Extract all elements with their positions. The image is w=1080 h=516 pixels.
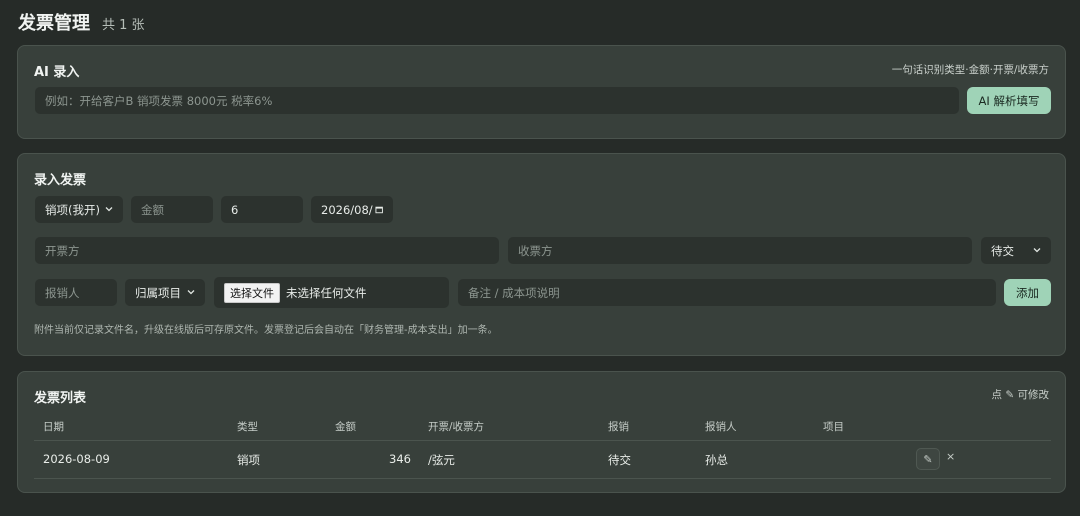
edit-button[interactable]: ✎ bbox=[916, 448, 940, 470]
project-select[interactable]: 归属项目 bbox=[125, 279, 205, 306]
edit-icon: ✎ bbox=[923, 452, 933, 466]
status-value: 待交 bbox=[991, 243, 1014, 258]
row-reimburser: 孙总 bbox=[705, 453, 728, 467]
choose-file-button[interactable]: 选择文件 bbox=[224, 282, 280, 303]
amount-input[interactable]: 金额 bbox=[131, 196, 213, 223]
ai-entry-card: AI 录入 一句话识别类型·金额·开票/收票方 例如：开给客户B 销项发票 80… bbox=[17, 45, 1066, 139]
header-divider bbox=[34, 440, 1051, 441]
invoice-management-page: 发票管理 共 1 张 AI 录入 一句话识别类型·金额·开票/收票方 例如：开给… bbox=[0, 0, 1080, 516]
page-title: 发票管理 bbox=[18, 13, 90, 34]
invoice-type-value: 销项(我开) bbox=[45, 202, 100, 217]
invoice-count: 共 1 张 bbox=[102, 18, 145, 33]
chevron-down-icon bbox=[1033, 248, 1041, 253]
ai-entry-title: AI 录入 bbox=[34, 65, 80, 80]
ai-parse-button[interactable]: AI 解析填写 bbox=[967, 87, 1051, 114]
add-invoice-button[interactable]: 添加 bbox=[1004, 279, 1051, 306]
edit-hint: 点 ✎ 可修改 bbox=[991, 389, 1049, 401]
attachment-note: 附件当前仅记录文件名，升级在线版后可存原文件。发票登记后会自动在「财务管理-成本… bbox=[34, 325, 498, 336]
ai-entry-hint: 一句话识别类型·金额·开票/收票方 bbox=[891, 64, 1049, 76]
column-header-project: 项目 bbox=[823, 421, 844, 433]
column-header-type: 类型 bbox=[237, 421, 258, 433]
reimburser-input[interactable]: 报销人 bbox=[35, 279, 117, 306]
date-input[interactable]: 2026/08/ bbox=[311, 196, 393, 223]
invoice-type-select[interactable]: 销项(我开) bbox=[35, 196, 123, 223]
calendar-icon[interactable] bbox=[375, 205, 383, 214]
column-header-party: 开票/收票方 bbox=[428, 421, 485, 433]
column-header-reimburser: 报销人 bbox=[705, 421, 737, 433]
row-reimburse-status: 待交 bbox=[608, 453, 631, 467]
close-icon[interactable]: × bbox=[946, 450, 955, 463]
remark-input[interactable]: 备注 / 成本项说明 bbox=[458, 279, 996, 306]
date-value: 2026/08/ bbox=[321, 202, 373, 217]
invoice-entry-title: 录入发票 bbox=[34, 173, 87, 188]
file-status: 未选择任何文件 bbox=[286, 285, 367, 300]
chevron-down-icon bbox=[187, 290, 195, 295]
project-value: 归属项目 bbox=[135, 285, 181, 300]
page-header: 发票管理 共 1 张 bbox=[18, 9, 145, 35]
column-header-date: 日期 bbox=[43, 421, 64, 433]
invoice-entry-card: 录入发票 销项(我开) 金额 6 2026/08/ 开票方 收票方 待交 报销人… bbox=[17, 153, 1066, 356]
row-amount: 346 bbox=[389, 452, 411, 466]
row-type: 销项 bbox=[237, 453, 260, 467]
invoice-list-title: 发票列表 bbox=[34, 391, 87, 406]
row-divider bbox=[34, 478, 1051, 479]
file-input[interactable]: 选择文件 未选择任何文件 bbox=[214, 277, 449, 308]
row-date: 2026-08-09 bbox=[43, 452, 110, 466]
invoice-list-card: 发票列表 点 ✎ 可修改 日期 类型 金额 开票/收票方 报销 报销人 项目 2… bbox=[17, 371, 1066, 493]
chevron-down-icon bbox=[105, 207, 113, 212]
receiver-input[interactable]: 收票方 bbox=[508, 237, 972, 264]
status-select[interactable]: 待交 bbox=[981, 237, 1051, 264]
column-header-amount: 金额 bbox=[335, 421, 356, 433]
column-header-reimburse: 报销 bbox=[608, 421, 629, 433]
issuer-input[interactable]: 开票方 bbox=[35, 237, 499, 264]
row-party: /弦元 bbox=[428, 453, 455, 467]
ai-text-input[interactable]: 例如：开给客户B 销项发票 8000元 税率6% bbox=[35, 87, 959, 114]
tax-rate-input[interactable]: 6 bbox=[221, 196, 303, 223]
